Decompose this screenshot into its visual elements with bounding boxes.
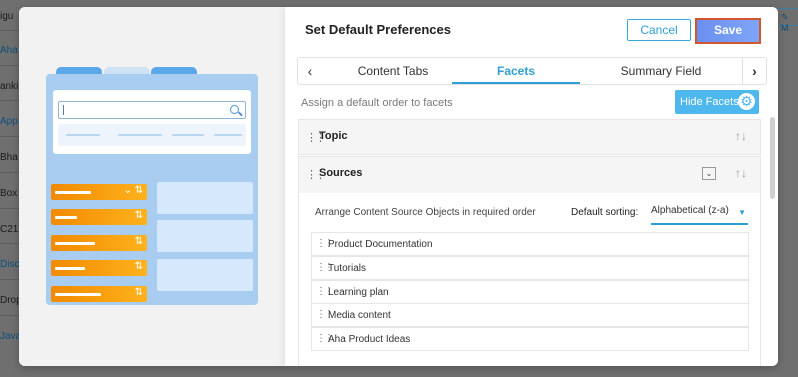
illustration-line xyxy=(55,216,77,219)
background-right-button-label: M xyxy=(781,23,789,33)
settings-pane: Set Default Preferences Cancel Save ‹ Co… xyxy=(285,7,778,366)
illustration-pane: ⌄ ⇅ ⇅ ⇅ ⇅ ⇅ xyxy=(19,7,285,366)
bg-item: anki xyxy=(0,81,19,92)
illustration-dash xyxy=(118,134,162,136)
facet-row-sources[interactable]: ⋮⋮ Sources ⌄ ↑↓ xyxy=(298,156,761,194)
sort-arrows-icon: ⇅ xyxy=(134,287,143,298)
illustration-box xyxy=(157,182,253,214)
bg-item[interactable]: Java xyxy=(0,331,21,342)
scrollbar[interactable] xyxy=(770,117,775,199)
list-item[interactable]: ⋮⋮ Tutorials xyxy=(311,256,749,280)
arrange-label: Arrange Content Source Objects in requir… xyxy=(315,207,536,218)
bg-item: Box xyxy=(0,188,18,199)
sort-arrows-icon: ⇅ xyxy=(134,210,143,221)
source-object-name: Aha Product Ideas xyxy=(328,334,411,345)
cancel-button[interactable]: Cancel xyxy=(627,19,691,41)
illustration-line xyxy=(55,242,95,245)
bg-item: igu xyxy=(0,11,14,22)
bg-item: Bha xyxy=(0,152,18,163)
hide-facets-button[interactable]: Hide Facets ⚙ xyxy=(675,90,759,114)
illustration-line xyxy=(55,191,91,194)
list-item[interactable]: ⋮⋮ Learning plan xyxy=(311,280,749,304)
illustration-line xyxy=(55,293,101,296)
default-sorting-label: Default sorting: xyxy=(571,207,639,218)
modal-title: Set Default Preferences xyxy=(305,22,451,37)
bg-item[interactable]: Disc xyxy=(0,259,19,270)
gear-icon: ⚙ xyxy=(738,93,755,110)
illustration-box xyxy=(157,259,253,291)
list-item[interactable]: ⋮⋮ Aha Product Ideas xyxy=(311,327,749,351)
illustration-facet: ⇅ xyxy=(51,260,147,276)
illustration-dash xyxy=(214,134,242,136)
default-sorting-value: Alphabetical (z-a) xyxy=(651,205,729,216)
sources-panel: Arrange Content Source Objects in requir… xyxy=(298,193,761,366)
facet-row-topic[interactable]: ⋮⋮ Topic ↑↓ xyxy=(298,119,761,155)
list-item[interactable]: ⋮⋮ Product Documentation xyxy=(311,232,749,256)
sort-arrows-icon[interactable]: ↑↓ xyxy=(735,129,747,143)
sort-arrows-icon: ⇅ xyxy=(134,236,143,247)
chevron-left-icon[interactable]: ‹ xyxy=(298,58,322,84)
illustration-caret xyxy=(63,105,64,115)
bg-item[interactable]: App xyxy=(0,116,18,127)
caret-down-icon: ▼ xyxy=(738,208,746,217)
tab-content-tabs[interactable]: Content Tabs xyxy=(338,58,448,84)
save-button[interactable]: Save xyxy=(695,18,761,44)
facet-name: Sources xyxy=(319,167,363,179)
tab-bar: ‹ Content Tabs Facets Summary Field › xyxy=(297,57,767,85)
default-sorting-select[interactable]: Alphabetical (z-a) ▼ xyxy=(651,205,748,225)
source-object-name: Learning plan xyxy=(328,287,389,298)
illustration-line xyxy=(55,267,85,270)
illustration-bar xyxy=(58,124,246,146)
illustration-dash xyxy=(172,134,204,136)
bg-item[interactable]: Aha xyxy=(0,45,18,56)
list-item[interactable]: ⋮⋮ Media content xyxy=(311,303,749,327)
illustration-box xyxy=(157,220,253,252)
tab-facets[interactable]: Facets xyxy=(452,58,580,84)
illustration-facet: ⌄ ⇅ xyxy=(51,184,147,200)
illustration-facet: ⇅ xyxy=(51,209,147,225)
illustration-facet: ⇅ xyxy=(51,286,147,302)
sort-arrows-icon: ⇅ xyxy=(134,261,143,272)
sort-arrows-icon[interactable]: ↑↓ xyxy=(735,166,747,180)
facets-hint: Assign a default order to facets xyxy=(301,97,453,109)
illustration-facet: ⇅ xyxy=(51,235,147,251)
illustration-search xyxy=(58,101,246,119)
facet-name: Topic xyxy=(319,130,348,142)
facets-illustration: ⌄ ⇅ ⇅ ⇅ ⇅ ⇅ xyxy=(46,67,258,307)
source-object-name: Product Documentation xyxy=(328,239,433,250)
search-icon xyxy=(230,105,239,114)
chevron-right-icon[interactable]: › xyxy=(742,58,766,84)
source-object-name: Tutorials xyxy=(328,263,366,274)
illustration-dash xyxy=(66,134,100,136)
tab-summary-field[interactable]: Summary Field xyxy=(584,58,738,84)
source-object-name: Media content xyxy=(328,310,391,321)
chevron-down-icon[interactable]: ⌄ xyxy=(702,167,716,180)
bg-item: C21 xyxy=(0,224,19,235)
sort-arrows-icon: ⌄ ⇅ xyxy=(123,185,143,196)
preferences-modal: ⌄ ⇅ ⇅ ⇅ ⇅ ⇅ Set Default Preferences Canc… xyxy=(19,7,778,366)
hide-facets-label: Hide Facets xyxy=(680,96,739,108)
background-right-button[interactable]: ✎ M xyxy=(776,8,798,33)
